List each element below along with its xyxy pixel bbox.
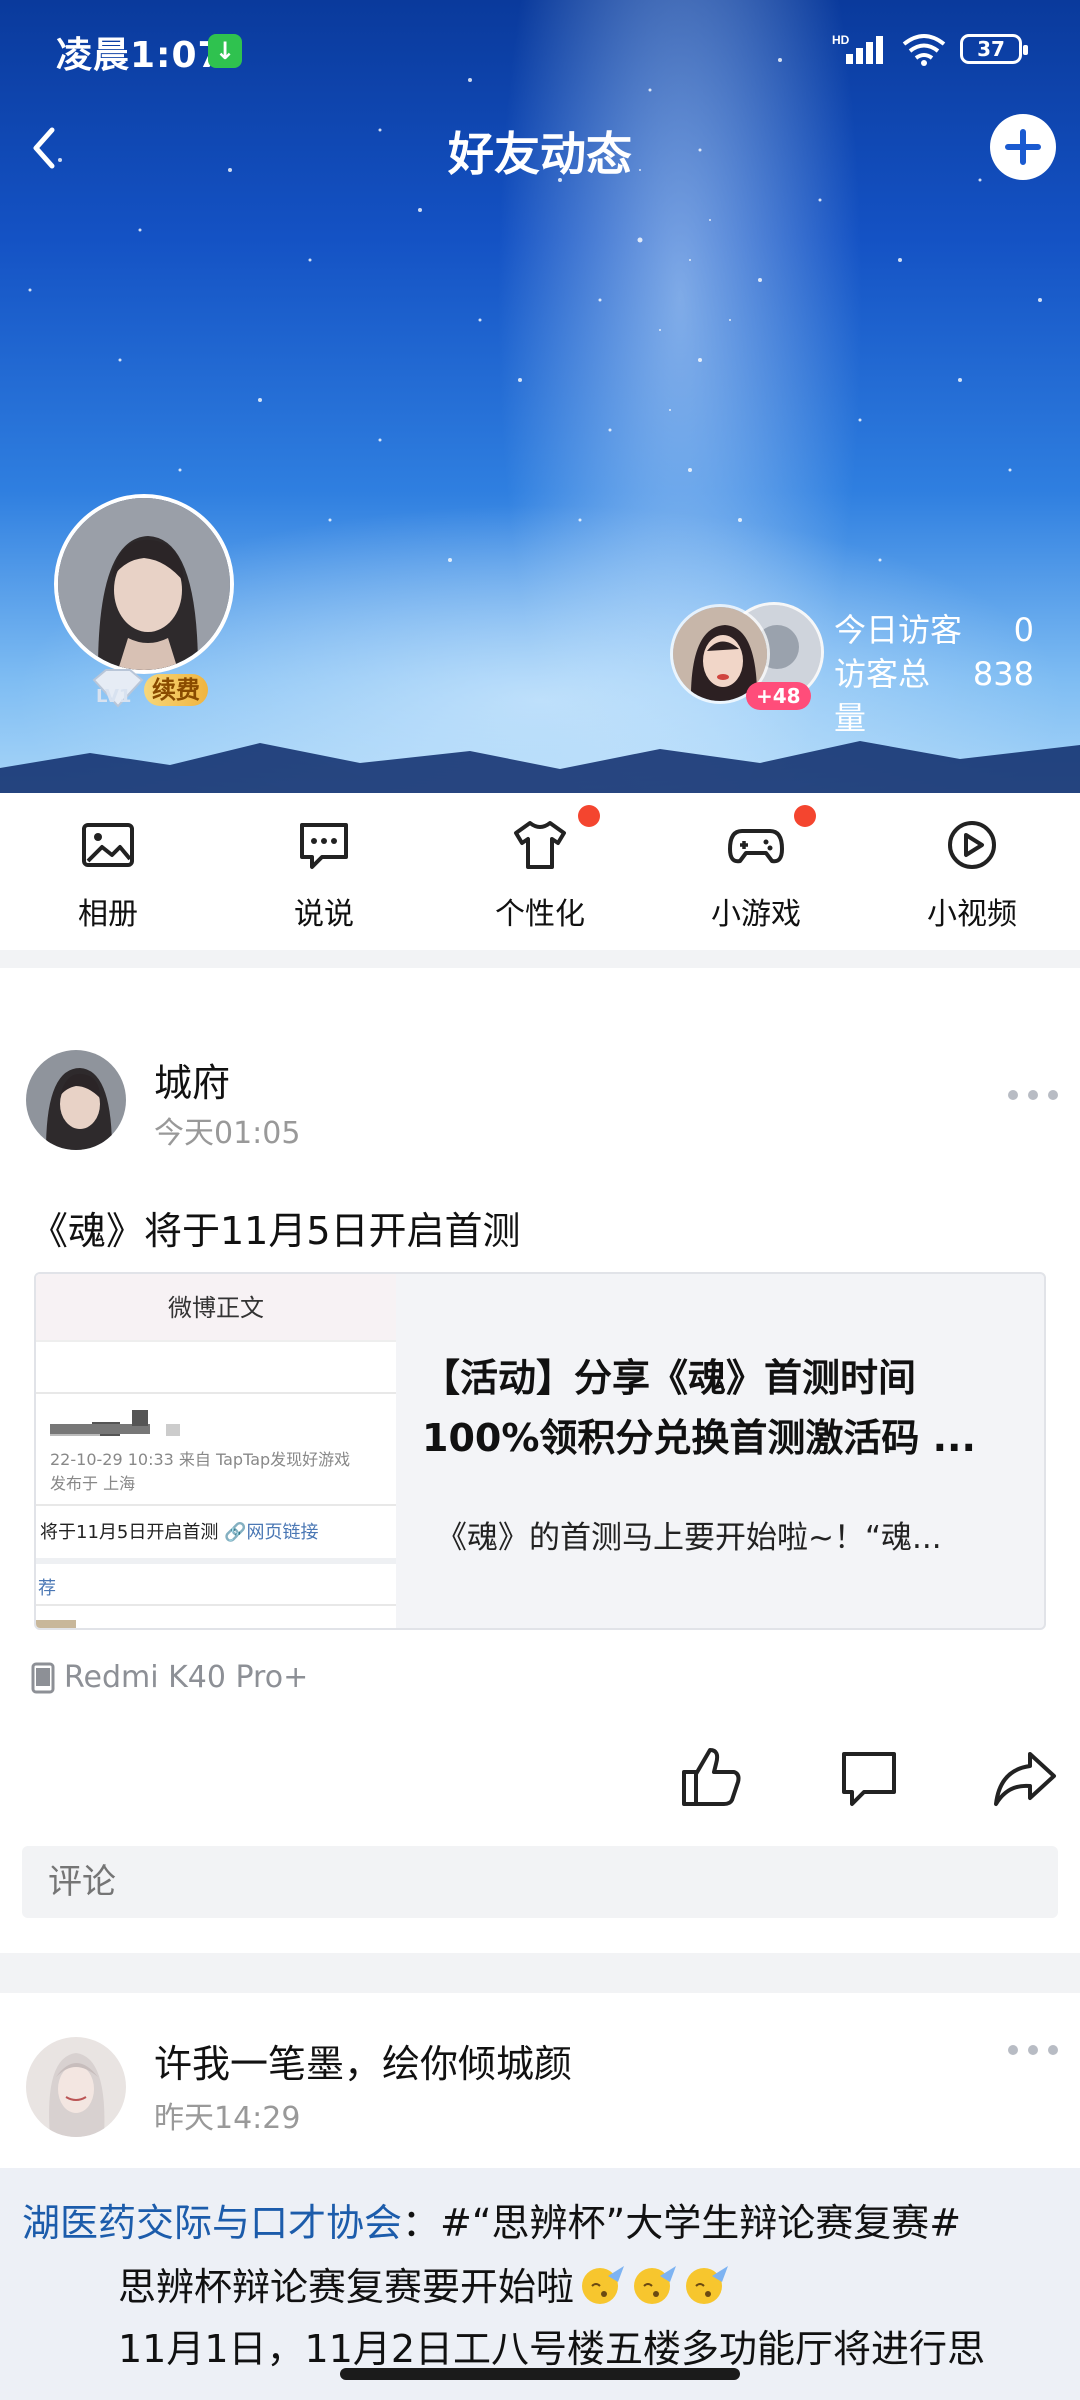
forwarded-text-line: 11月1日，11月2日工八号楼五楼多功能厅将进行思 <box>118 2327 986 2371</box>
chat-bubble-icon <box>300 823 348 869</box>
forwarded-content[interactable]: 湖医药交际与口才协会：#“思辨杯”大学生辩论赛复赛# 思辨杯辩论赛复赛要开始啦 … <box>0 2168 1080 2400</box>
nav-label: 小游戏 <box>711 897 801 932</box>
post-text: 《魂》将于11月5日开启首测 <box>30 1209 521 1253</box>
wifi-icon <box>902 34 946 66</box>
recent-visitors[interactable]: +48 <box>666 602 826 710</box>
photo-album-icon <box>82 823 134 867</box>
nav-item-album[interactable]: 相册 <box>0 793 216 950</box>
new-badge-dot <box>794 805 816 827</box>
play-circle-icon <box>948 821 996 869</box>
link-title: 【活动】分享《魂》首测时间 100%领积分兑换首测激活码 ... <box>422 1356 976 1460</box>
share-button[interactable] <box>990 1744 1060 1814</box>
gamepad-icon <box>728 829 784 864</box>
link-description: 《魂》的首测马上要开始啦~！“魂... <box>436 1520 942 1556</box>
signal-icon: HD <box>832 33 883 64</box>
today-visitors-label: 今日访客 <box>834 611 963 649</box>
post-actions <box>0 1738 1080 1818</box>
phone-icon <box>31 1662 55 1693</box>
shared-link-card[interactable]: 微博正文 22-10-29 10:33 来自 TapTap发现好游戏 发布于 上… <box>34 1272 1046 1630</box>
tshirt-icon <box>514 821 566 869</box>
quick-nav: 相册 说说 个性化 小游戏 小视频 <box>0 793 1080 950</box>
like-button[interactable] <box>676 1742 746 1812</box>
thumb-header: 微博正文 <box>36 1274 396 1342</box>
party-emoji-icon <box>582 2265 625 2304</box>
renew-button[interactable]: 续费 <box>144 674 208 706</box>
status-icons: HD 37 <box>832 32 1028 66</box>
new-badge-dot <box>578 805 600 827</box>
profile-header-banner: 凌晨1:07 ↓ HD 37 好友动态 LV1 续费 +48 今日访客 0 访客… <box>0 0 1080 793</box>
comment-input[interactable] <box>22 1846 1058 1918</box>
status-bar: 凌晨1:07 ↓ HD 37 <box>0 0 1080 100</box>
total-visitors-label: 访客总量 <box>834 655 931 737</box>
forwarded-text-line: 湖医药交际与口才协会：#“思辨杯”大学生辩论赛复赛# <box>22 2201 962 2245</box>
more-visitors-badge: +48 <box>746 682 811 710</box>
source-account-link[interactable]: 湖医药交际与口才协会 <box>22 2201 402 2245</box>
home-indicator[interactable] <box>340 2368 740 2380</box>
message-box-button[interactable] <box>880 116 944 180</box>
party-emoji-icon <box>686 2265 729 2304</box>
nav-label: 小视频 <box>927 897 1017 932</box>
author-name[interactable]: 城府 <box>154 1052 230 1107</box>
download-notification-icon: ↓ <box>208 34 242 68</box>
nav-label: 说说 <box>294 897 354 932</box>
user-avatar[interactable] <box>54 494 234 674</box>
status-time: 凌晨1:07 <box>56 35 224 76</box>
author-name[interactable]: 许我一笔墨，绘你倾城颜 <box>154 2033 572 2088</box>
today-visitors-value: 0 <box>1013 611 1034 649</box>
nav-item-short-video[interactable]: 小视频 <box>864 793 1080 950</box>
level-label: LV1 <box>96 686 132 707</box>
thumb-location: 发布于 上海 <box>50 1474 136 1493</box>
battery-indicator: 37 <box>960 34 1028 64</box>
vip-level-badge[interactable]: LV1 续费 <box>88 668 208 710</box>
device-name: Redmi K40 Pro+ <box>64 1660 309 1695</box>
thumb-meta: 22-10-29 10:33 来自 TapTap发现好游戏 <box>50 1450 351 1469</box>
author-avatar[interactable] <box>26 1050 126 1150</box>
feed-post: 城府 今天01:05 《魂》将于11月5日开启首测 微博正文 22-10-29 … <box>0 968 1080 1953</box>
avatar-image <box>58 498 230 670</box>
nav-label: 相册 <box>78 897 138 932</box>
nav-item-personalize[interactable]: 个性化 <box>432 793 648 950</box>
title-bar: 好友动态 <box>0 100 1080 196</box>
device-info: Redmi K40 Pro+ <box>30 1660 308 1695</box>
author-avatar[interactable] <box>26 2037 126 2137</box>
link-thumbnail: 微博正文 22-10-29 10:33 来自 TapTap发现好游戏 发布于 上… <box>36 1274 396 1628</box>
forwarded-text-line: 思辨杯辩论赛复赛要开始啦 <box>118 2256 730 2311</box>
more-options-button[interactable] <box>1008 2035 1058 2065</box>
party-emoji-icon <box>634 2265 677 2304</box>
post-time: 昨天14:29 <box>154 2101 301 2136</box>
thumb-text: 将于11月5日开启首测 🔗网页链接 <box>40 1522 319 1543</box>
feed-post: 许我一笔墨，绘你倾城颜 昨天14:29 湖医药交际与口才协会：#“思辨杯”大学生… <box>0 1993 1080 2400</box>
network-type-label: HD <box>832 33 850 47</box>
more-options-button[interactable] <box>1008 1080 1058 1110</box>
nav-item-games[interactable]: 小游戏 <box>648 793 864 950</box>
total-visitors-value: 838 <box>972 655 1034 693</box>
post-time: 今天01:05 <box>154 1116 301 1151</box>
nav-item-shuoshuo[interactable]: 说说 <box>216 793 432 950</box>
add-post-button[interactable] <box>990 114 1056 180</box>
thumb-tag: 荐 <box>38 1578 56 1599</box>
nav-label: 个性化 <box>495 897 585 932</box>
comment-button[interactable] <box>834 1744 904 1814</box>
visitor-stats[interactable]: 今日访客 0 访客总量 838 <box>834 608 1034 740</box>
